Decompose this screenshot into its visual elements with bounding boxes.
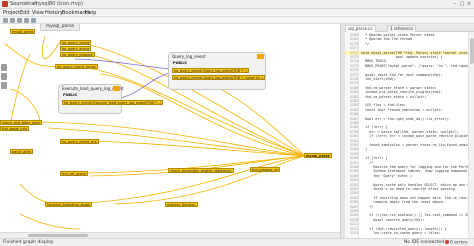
group-query-log-event[interactable]: Query_log_event PUBLIC ha_query_event::Q… (168, 52, 266, 90)
graph-node[interactable]: thd_set_query (60, 171, 88, 176)
menu-history[interactable]: History (45, 10, 63, 16)
scope-label: PUBLIC (63, 93, 78, 97)
graph-node[interactable]: thd_stage_info (0, 126, 29, 131)
code-text: lex->safe_to_cache_query = false; (361, 231, 441, 235)
code-view[interactable]: sql_parse.cc 1 reference 5168 * @param p… (345, 24, 474, 238)
graph-node[interactable]: ha_query_arrive (60, 46, 92, 51)
title-bar: Sourcetrail mysql80 (icon.rtvp) – □ × (0, 0, 474, 9)
graph-node[interactable]: ha_query_event_sha (60, 139, 99, 144)
status-bar: Finished graph display No IDE connected … (0, 238, 474, 246)
group-title: Query_log_event (172, 54, 206, 59)
scrollbar-thumb[interactable] (28, 234, 88, 237)
references-tab[interactable]: 1 reference (387, 25, 416, 32)
scrollbar-thumb[interactable] (470, 38, 474, 64)
app-logo-icon (2, 1, 8, 7)
graph-node[interactable]: ha_query_event::Query_log_event(THD *, c… (172, 75, 266, 80)
error-icon (445, 240, 449, 244)
code-vertical-scrollbar[interactable] (468, 32, 474, 238)
graph-node[interactable]: ha_query_event (60, 40, 92, 45)
graph-side-left-button[interactable] (1, 64, 7, 71)
graph-node[interactable]: check_secondary_engine_statement (168, 168, 234, 173)
refresh-icon[interactable] (17, 18, 22, 23)
target-node[interactable]: mysql_parse (304, 153, 332, 158)
menu-edit[interactable]: Edit (20, 10, 30, 16)
graph-node[interactable]: ha_query_event::Query_log_event(THD *..) (172, 68, 249, 73)
graph-node[interactable]: thd_prepare_clr (250, 167, 281, 172)
minimize-button[interactable]: – (452, 1, 458, 7)
root-node[interactable]: mysql_parse (10, 29, 36, 34)
maximize-button[interactable]: □ (459, 1, 465, 7)
graph-node[interactable]: ha_query_event_arrive (55, 64, 98, 69)
line-number: 5213 (349, 231, 358, 235)
graph-node[interactable]: function_bootstrap_stage (45, 202, 93, 207)
group-execute-load-query[interactable]: Execute_load_query_log_event PUBLIC ha_q… (58, 84, 164, 114)
error-count[interactable]: 0 errors (445, 240, 468, 246)
graph-node[interactable]: process_function (165, 202, 198, 207)
code-tabs: sql_parse.cc 1 reference (345, 24, 474, 32)
error-count-label: 0 errors (450, 240, 468, 246)
app-title: Sourcetrail (10, 1, 38, 7)
graph-side-left-button-3[interactable] (1, 82, 7, 89)
back-icon[interactable] (3, 18, 8, 23)
scope-badge (113, 86, 120, 91)
menu-project[interactable]: Project (3, 10, 20, 16)
forward-icon[interactable] (10, 18, 15, 23)
scope-label: PUBLIC (173, 61, 188, 65)
graph-view[interactable]: mysql_parse mysql_parse ha_query_event h… (0, 24, 341, 238)
menu-view[interactable]: View (32, 10, 44, 16)
ide-status[interactable]: No IDE connected (404, 240, 444, 245)
search-icon[interactable] (31, 18, 36, 23)
menu-help[interactable]: Help (85, 10, 96, 16)
menu-bar: Project Edit View History Bookmarks Help (0, 9, 474, 17)
code-line: 5213 lex->safe_to_cache_query = false; (345, 231, 467, 236)
graph-node[interactable]: ha_query_prepare (60, 52, 95, 57)
status-text: Finished graph display (3, 240, 54, 245)
project-path: mysql80 (icon.rtvp) (34, 1, 83, 7)
graph-node[interactable]: check_and_table_open (0, 120, 43, 125)
graph-node[interactable]: parse_attrs (10, 149, 34, 154)
graph-side-left-button-2[interactable] (1, 73, 7, 80)
home-icon[interactable] (24, 18, 29, 23)
graph-node[interactable]: ha_query_event::Execute_load_query_log_e… (62, 100, 164, 105)
code-file-tab[interactable]: sql_parse.cc (345, 25, 376, 32)
scope-badge (257, 54, 264, 59)
close-button[interactable]: × (466, 1, 472, 7)
toolbar (0, 17, 474, 24)
